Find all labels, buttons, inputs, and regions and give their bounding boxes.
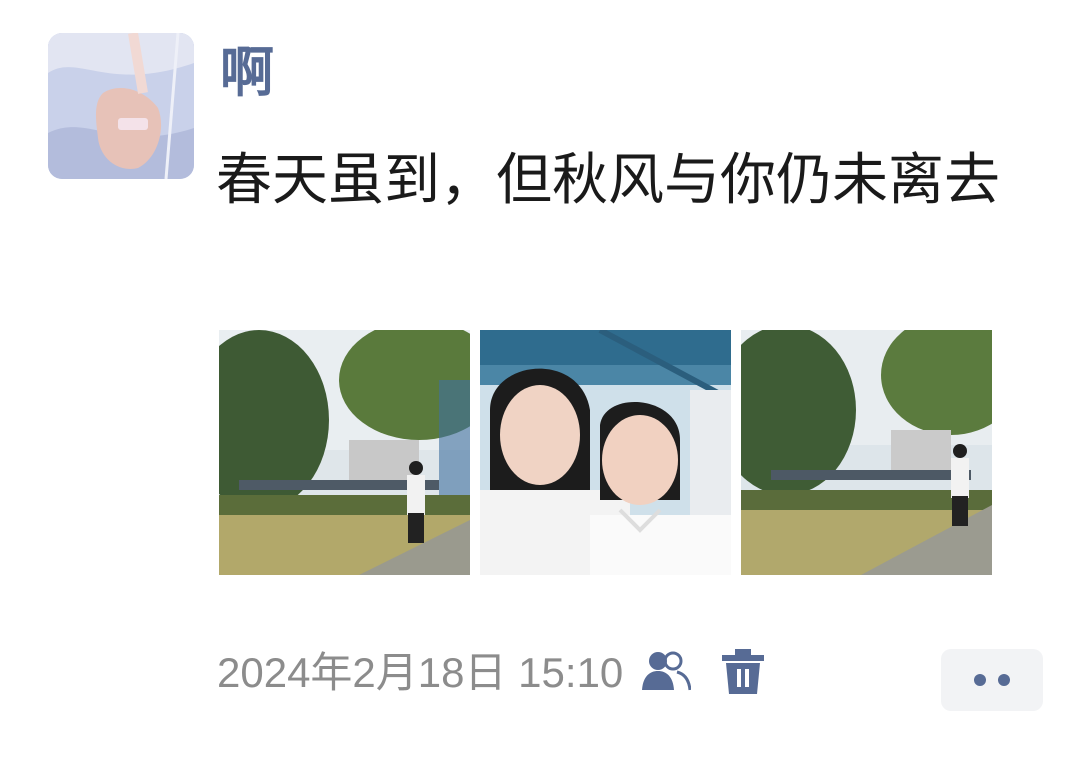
photo-1[interactable]	[219, 330, 470, 575]
username[interactable]: 啊	[220, 40, 274, 106]
selfie-photo	[480, 330, 731, 575]
post-timestamp: 2024年2月18日 15:10	[217, 649, 624, 696]
avatar-image	[48, 33, 194, 179]
more-dots-icon	[974, 674, 986, 686]
park-photo	[219, 330, 470, 575]
moments-post: 啊 春天虽到，但秋风与你仍未离去 2024年2月18日 15:10	[0, 0, 1078, 769]
post-text: 春天虽到，但秋风与你仍未离去	[216, 148, 1000, 213]
friends-icon[interactable]	[641, 650, 691, 692]
avatar[interactable]	[48, 33, 194, 179]
more-button[interactable]	[941, 649, 1043, 711]
photo-grid	[219, 330, 992, 575]
photo-2[interactable]	[480, 330, 731, 575]
more-dots-icon	[998, 674, 1010, 686]
photo-3[interactable]	[741, 330, 992, 575]
park-photo	[741, 330, 992, 575]
trash-icon[interactable]	[720, 648, 766, 696]
